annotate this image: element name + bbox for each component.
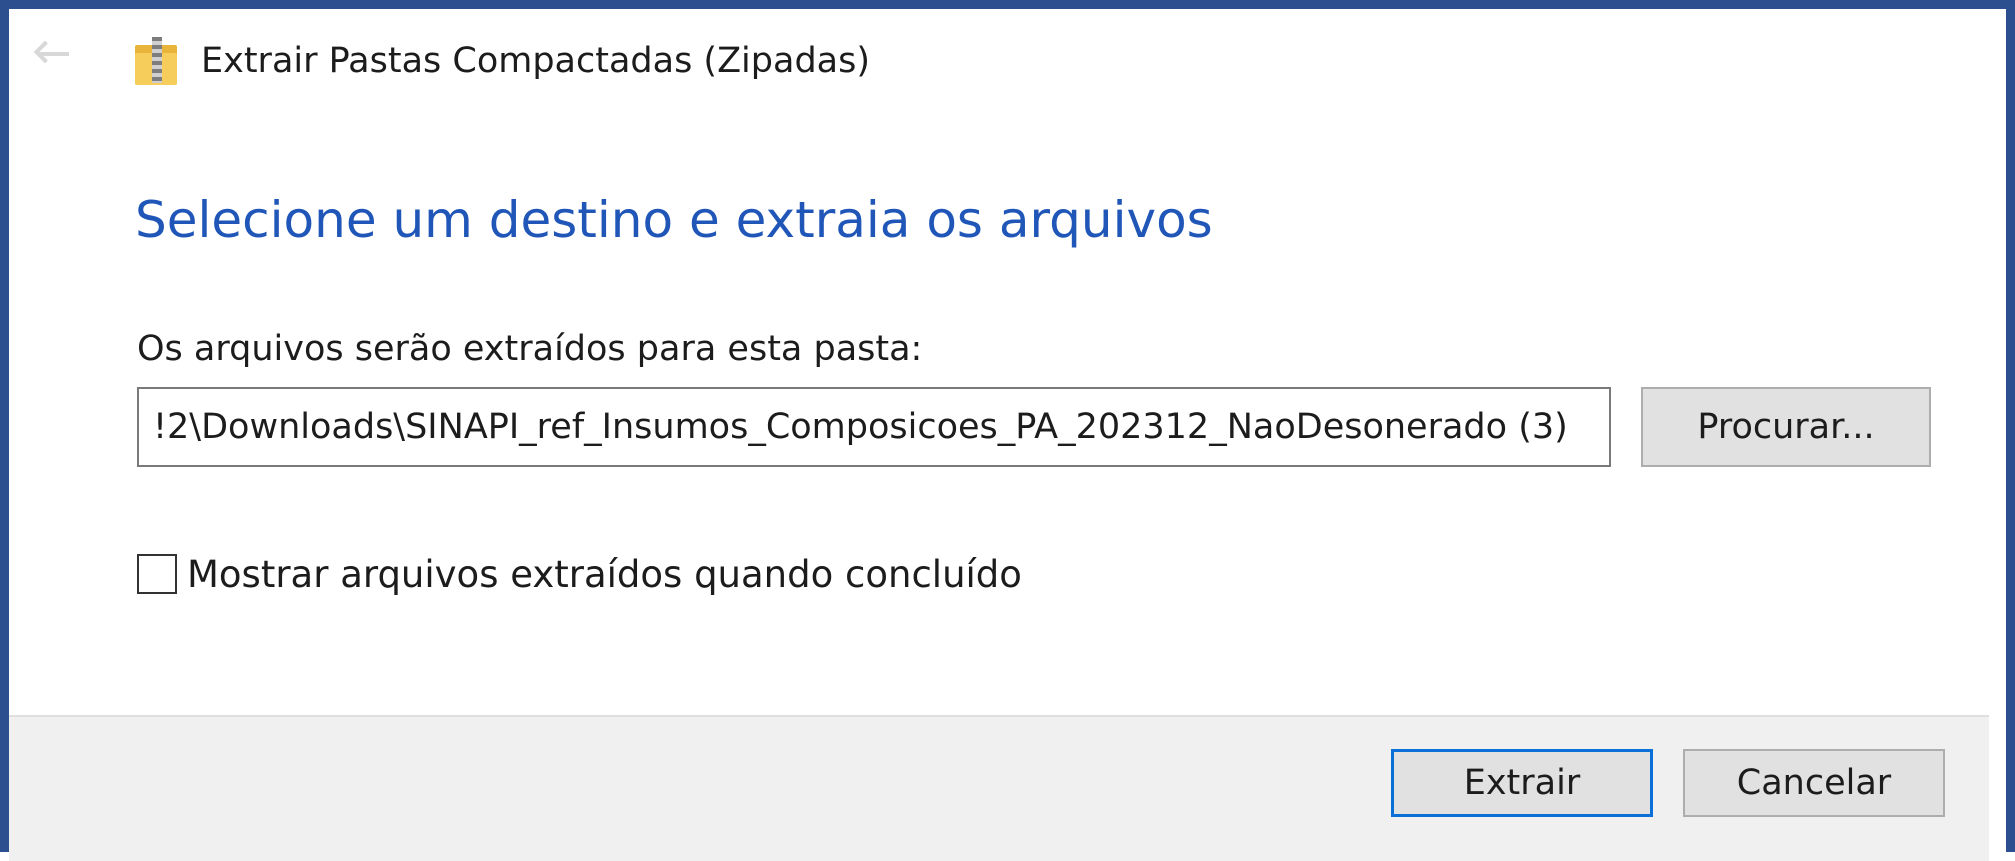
show-files-checkbox[interactable] — [137, 554, 177, 594]
title-bar: Extrair Pastas Compactadas (Zipadas) — [135, 31, 870, 91]
destination-label: Os arquivos serão extraídos para esta pa… — [137, 329, 923, 369]
back-arrow-icon[interactable] — [31, 40, 81, 62]
zip-folder-icon — [135, 35, 179, 87]
show-files-label[interactable]: Mostrar arquivos extraídos quando conclu… — [187, 553, 1022, 596]
page-title: Selecione um destino e extraia os arquiv… — [135, 191, 1213, 249]
extract-button[interactable]: Extrair — [1391, 749, 1653, 817]
browse-button[interactable]: Procurar... — [1641, 387, 1931, 467]
destination-path-input[interactable] — [137, 387, 1611, 467]
cancel-button[interactable]: Cancelar — [1683, 749, 1945, 817]
show-files-option[interactable]: Mostrar arquivos extraídos quando conclu… — [137, 551, 1022, 597]
dialog-window: Extrair Pastas Compactadas (Zipadas) Sel… — [0, 0, 2015, 861]
window-title: Extrair Pastas Compactadas (Zipadas) — [201, 41, 870, 81]
